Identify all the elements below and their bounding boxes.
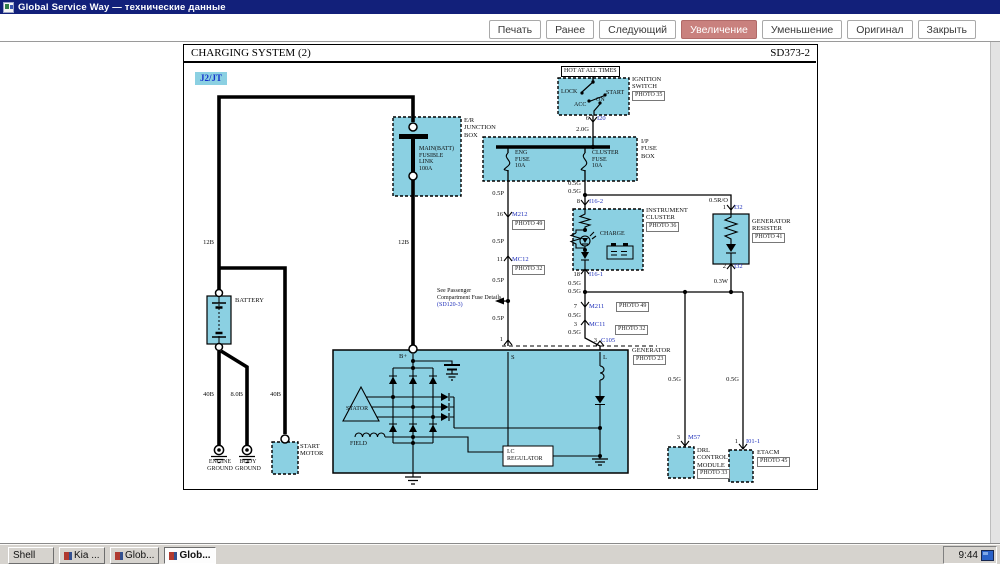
- gsw-app-icon: [169, 552, 177, 560]
- taskbar-glob2-button-label: Glob...: [179, 550, 210, 561]
- taskbar-kia-button-label: Kia ...: [74, 550, 100, 561]
- taskbar-glob2-button[interactable]: Glob...: [164, 547, 215, 564]
- engine-ground-symbol: [211, 445, 227, 462]
- taskbar-shell-button[interactable]: Shell: [8, 547, 54, 564]
- screen: Global Service Way — технические данные …: [0, 0, 1000, 564]
- display-tray-icon[interactable]: [981, 550, 994, 561]
- taskbar-shell-button-label: Shell: [13, 550, 35, 561]
- drl-control-module-box: [668, 447, 694, 478]
- kia-app-icon: [64, 552, 72, 560]
- body-ground-symbol: [239, 445, 255, 462]
- ic-regulator-box: [503, 446, 553, 466]
- taskbar-kia-button[interactable]: Kia ...: [59, 547, 105, 564]
- start-motor-box: [272, 442, 298, 474]
- generator-box: [333, 350, 628, 473]
- ip-fuse-box: [483, 137, 637, 181]
- taskbar-clock: 9:44: [959, 550, 978, 561]
- taskbar-glob1-button-label: Glob...: [125, 550, 154, 561]
- taskbar-buttons: Shell Kia ... Glob... Glob...: [8, 547, 216, 564]
- gsw-app-icon: [115, 552, 123, 560]
- wiring-diagram-svg: [0, 0, 1000, 564]
- taskbar-glob1-button[interactable]: Glob...: [110, 547, 159, 564]
- component-boxes: [207, 78, 753, 482]
- taskbar: Shell Kia ... Glob... Glob... 9:44: [0, 543, 1000, 564]
- er-junction-box: [393, 117, 461, 196]
- system-tray: 9:44: [943, 546, 997, 564]
- etacm-box: [729, 450, 753, 482]
